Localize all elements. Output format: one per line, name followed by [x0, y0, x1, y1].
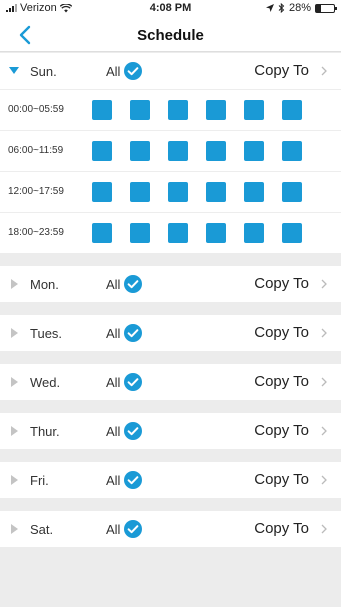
time-slot-row: 18:00~23:59 [0, 212, 341, 253]
schedule-block[interactable] [282, 223, 302, 243]
chevron-right-icon[interactable] [319, 278, 329, 290]
schedule-block[interactable] [244, 141, 264, 161]
day-label: Sun. [30, 64, 57, 79]
copy-to-button[interactable]: Copy To [254, 62, 309, 79]
location-arrow-icon [265, 4, 274, 12]
schedule-block[interactable] [130, 100, 150, 120]
schedule-block[interactable] [244, 223, 264, 243]
status-bar: Verizon 4:08 PM 28% [0, 0, 341, 18]
caret-right-icon [9, 475, 19, 485]
schedule-block[interactable] [92, 141, 112, 161]
schedule-block[interactable] [92, 223, 112, 243]
time-slot-row: 12:00~17:59 [0, 171, 341, 212]
day-label: Sat. [30, 522, 54, 537]
chevron-right-icon[interactable] [319, 65, 329, 77]
all-checkmark-icon[interactable] [124, 520, 142, 538]
schedule-block[interactable] [168, 100, 188, 120]
day-row[interactable]: Thur. All Copy To [0, 413, 341, 449]
schedule-block[interactable] [282, 100, 302, 120]
day-label: Fri. [30, 473, 49, 488]
day-header[interactable]: Fri. All Copy To [0, 462, 341, 498]
schedule-block[interactable] [206, 223, 226, 243]
all-label: All [106, 326, 121, 341]
copy-to-button[interactable]: Copy To [254, 373, 309, 390]
all-checkmark-icon[interactable] [124, 422, 142, 440]
time-range-label: 06:00~11:59 [8, 145, 64, 156]
chevron-right-icon[interactable] [319, 474, 329, 486]
all-checkmark-icon[interactable] [124, 62, 142, 80]
battery-icon [315, 3, 337, 13]
time-range-label: 18:00~23:59 [8, 227, 64, 238]
schedule-block[interactable] [92, 182, 112, 202]
caret-right-icon [9, 524, 19, 534]
day-header[interactable]: Mon. All Copy To [0, 266, 341, 302]
chevron-right-icon[interactable] [319, 376, 329, 388]
day-label: Tues. [30, 326, 63, 341]
schedule-block[interactable] [282, 141, 302, 161]
time-slot-row: 00:00~05:59 [0, 89, 341, 130]
all-checkmark-icon[interactable] [124, 324, 142, 342]
schedule-block[interactable] [168, 223, 188, 243]
day-header[interactable]: Wed. All Copy To [0, 364, 341, 400]
day-row[interactable]: Wed. All Copy To [0, 364, 341, 400]
caret-right-icon [9, 377, 19, 387]
all-label: All [106, 424, 121, 439]
schedule-block[interactable] [130, 182, 150, 202]
time-slots: 00:00~05:59 06:00~11:59 12:00~17:59 18:00~2… [0, 89, 341, 253]
all-label: All [106, 473, 121, 488]
schedule-block[interactable] [168, 141, 188, 161]
day-row[interactable]: Fri. All Copy To [0, 462, 341, 498]
chevron-right-icon[interactable] [319, 425, 329, 437]
schedule-block[interactable] [130, 141, 150, 161]
day-label: Thur. [30, 424, 60, 439]
day-row[interactable]: Tues. All Copy To [0, 315, 341, 351]
day-header[interactable]: Tues. All Copy To [0, 315, 341, 351]
schedule-block[interactable] [92, 100, 112, 120]
day-header[interactable]: Thur. All Copy To [0, 413, 341, 449]
day-section-sun: Sun. All Copy To 00:00~05:59 06:00~11:59 1… [0, 53, 341, 253]
day-label: Wed. [30, 375, 61, 390]
copy-to-button[interactable]: Copy To [254, 324, 309, 341]
copy-to-button[interactable]: Copy To [254, 520, 309, 537]
bluetooth-icon [278, 3, 285, 13]
schedule-block[interactable] [206, 182, 226, 202]
chevron-right-icon[interactable] [319, 523, 329, 535]
all-label: All [106, 522, 121, 537]
all-checkmark-icon[interactable] [124, 275, 142, 293]
day-header[interactable]: Sun. All Copy To [0, 53, 341, 89]
day-row[interactable]: Sat. All Copy To [0, 511, 341, 547]
schedule-block[interactable] [206, 141, 226, 161]
copy-to-button[interactable]: Copy To [254, 422, 309, 439]
day-label: Mon. [30, 277, 59, 292]
time-slot-row: 06:00~11:59 [0, 130, 341, 171]
caret-down-icon [9, 66, 19, 76]
schedule-block[interactable] [130, 223, 150, 243]
all-label: All [106, 277, 121, 292]
day-row[interactable]: Mon. All Copy To [0, 266, 341, 302]
schedule-block[interactable] [282, 182, 302, 202]
copy-to-button[interactable]: Copy To [254, 275, 309, 292]
caret-right-icon [9, 328, 19, 338]
all-checkmark-icon[interactable] [124, 471, 142, 489]
status-right: 28% [265, 2, 337, 14]
time-range-label: 00:00~05:59 [8, 104, 64, 115]
page-title: Schedule [137, 27, 204, 44]
all-label: All [106, 64, 121, 79]
schedule-block[interactable] [244, 182, 264, 202]
schedule-block[interactable] [168, 182, 188, 202]
schedule-block[interactable] [244, 100, 264, 120]
caret-right-icon [9, 426, 19, 436]
battery-level [316, 4, 322, 12]
copy-to-button[interactable]: Copy To [254, 471, 309, 488]
day-header[interactable]: Sat. All Copy To [0, 511, 341, 547]
chevron-right-icon[interactable] [319, 327, 329, 339]
all-label: All [106, 375, 121, 390]
caret-right-icon [9, 279, 19, 289]
schedule-block[interactable] [206, 100, 226, 120]
nav-bar: Schedule [0, 18, 341, 52]
time-range-label: 12:00~17:59 [8, 186, 64, 197]
all-checkmark-icon[interactable] [124, 373, 142, 391]
battery-percent: 28% [288, 2, 311, 14]
